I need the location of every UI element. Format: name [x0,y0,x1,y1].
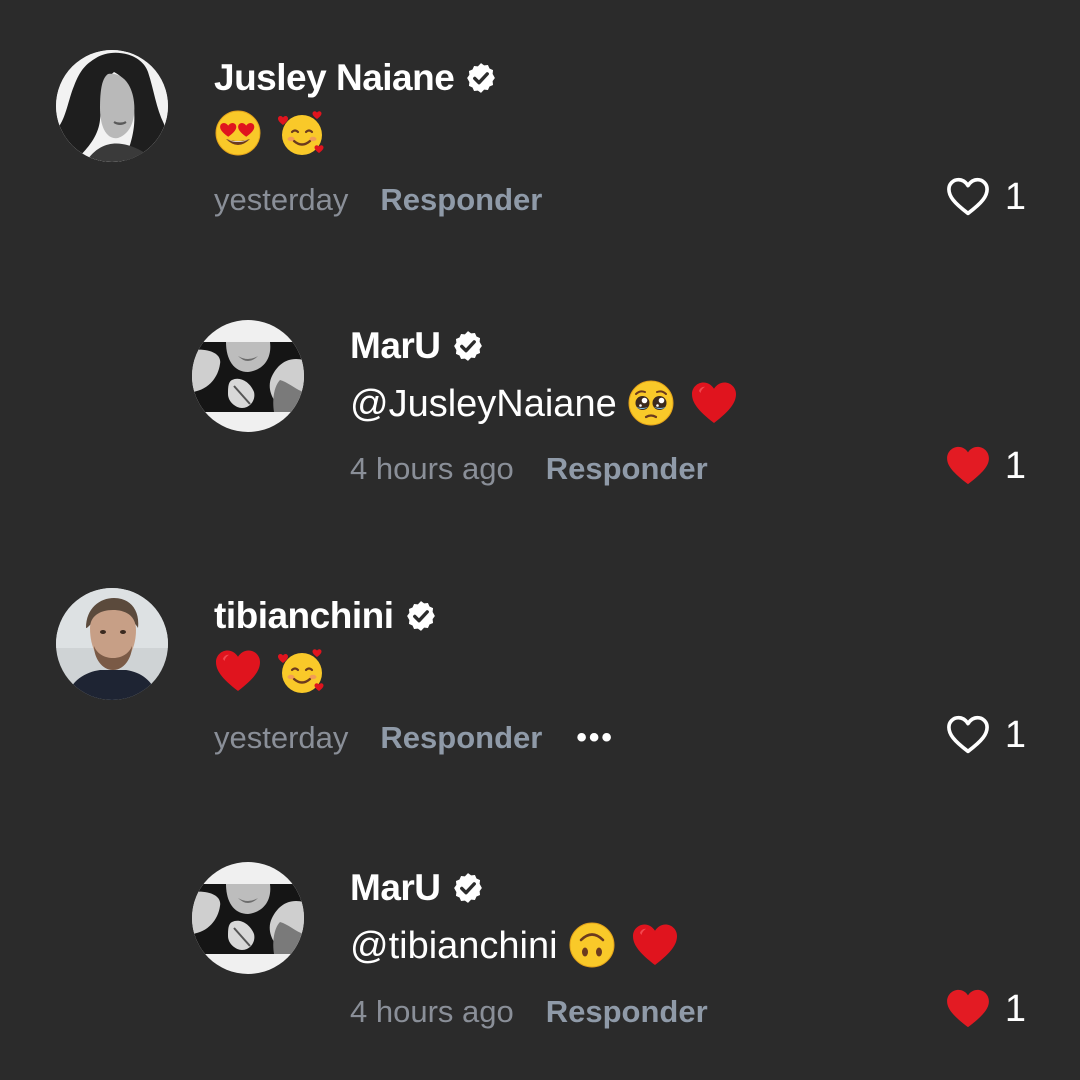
like-count: 1 [1004,987,1026,1030]
like-control: 1 [946,984,1026,1034]
pleading-face-emoji-icon [627,379,675,427]
mention-link[interactable]: @tibianchini [350,925,558,967]
comment-body: @tibianchini [350,918,679,974]
like-control: 1 [946,172,1026,222]
red-heart-emoji-icon [690,379,738,427]
author-name[interactable]: MarU [350,867,441,909]
mention-link[interactable]: @JusleyNaiane [350,383,617,425]
comment-body: @JusleyNaiane [350,376,738,432]
comment-meta: yesterday Responder [214,178,542,222]
avatar[interactable] [192,862,304,974]
timestamp: 4 hours ago [350,451,514,486]
timestamp: yesterday [214,720,349,755]
like-count: 1 [1004,175,1026,218]
reply-button[interactable]: Responder [546,994,708,1030]
reply-button[interactable]: Responder [380,720,542,756]
author-name[interactable]: Jusley Naiane [214,57,455,99]
heart-filled-icon[interactable] [946,446,990,486]
verified-badge-icon [404,599,438,633]
red-heart-emoji-icon [631,921,679,969]
heart-filled-icon[interactable] [946,989,990,1029]
author-name[interactable]: MarU [350,325,441,367]
comment-meta: 4 hours ago Responder [350,990,708,1034]
comment-meta: yesterday Responder ••• [214,716,614,760]
like-count: 1 [1004,444,1026,487]
author-row: Jusley Naiane [214,54,498,102]
like-control: 1 [946,710,1026,760]
avatar[interactable] [56,50,168,162]
heart-outline-icon[interactable] [946,177,990,217]
author-name[interactable]: tibianchini [214,595,394,637]
avatar[interactable] [56,588,168,700]
heart-eyes-emoji-icon [214,109,262,157]
upside-down-face-emoji-icon [568,921,616,969]
red-heart-emoji-icon [214,647,262,695]
smiling-face-with-hearts-emoji-icon [277,109,325,157]
author-row: MarU [350,864,485,912]
timestamp: 4 hours ago [350,994,514,1029]
author-row: tibianchini [214,592,438,640]
verified-badge-icon [464,61,498,95]
avatar[interactable] [192,320,304,432]
comment-meta: 4 hours ago Responder [350,447,708,491]
comment-body [214,106,325,162]
verified-badge-icon [451,871,485,905]
comment-body [214,644,325,700]
timestamp: yesterday [214,182,349,217]
reply-button[interactable]: Responder [380,182,542,218]
heart-outline-icon[interactable] [946,715,990,755]
like-count: 1 [1004,713,1026,756]
like-control: 1 [946,441,1026,491]
reply-button[interactable]: Responder [546,451,708,487]
smiling-face-with-hearts-emoji-icon [277,647,325,695]
more-options-icon[interactable]: ••• [576,723,614,753]
author-row: MarU [350,322,485,370]
verified-badge-icon [451,329,485,363]
